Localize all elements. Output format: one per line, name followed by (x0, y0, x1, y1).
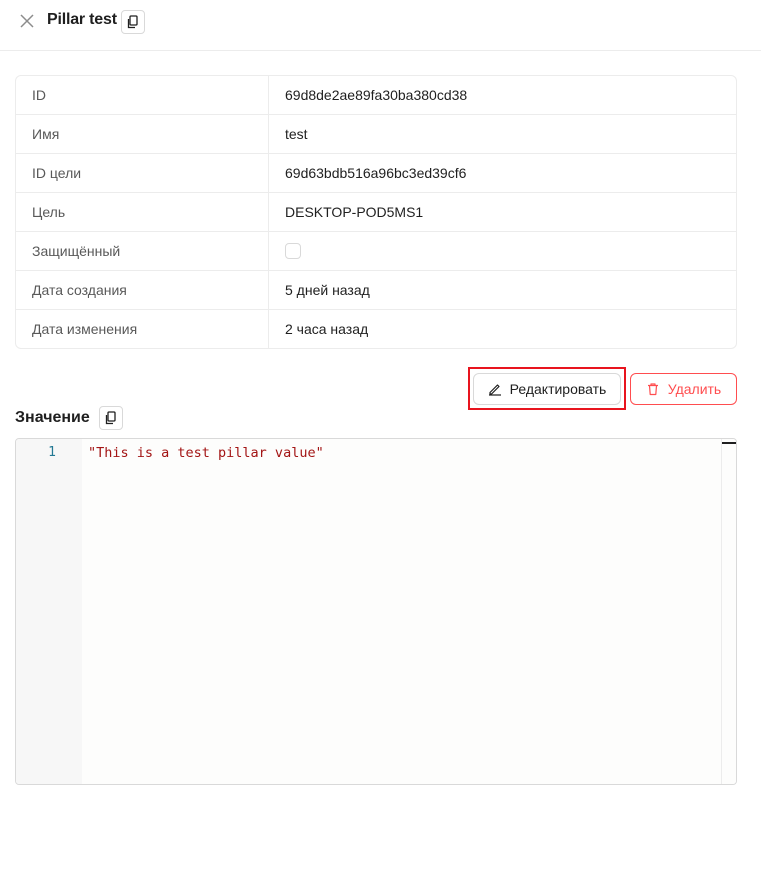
editor-gutter: 1 (16, 439, 82, 784)
property-value: 69d8de2ae89fa30ba380cd38 (285, 87, 468, 103)
property-label: ID цели (16, 154, 269, 192)
property-label: Дата создания (16, 271, 269, 309)
property-value: 5 дней назад (285, 282, 370, 298)
scrollbar-cursor-marker (722, 442, 736, 444)
value-section-title: Значение (15, 409, 90, 426)
editor-scrollbar[interactable] (721, 439, 736, 784)
property-label: Цель (16, 193, 269, 231)
copy-title-button[interactable] (121, 10, 145, 34)
property-row-id: ID 69d8de2ae89fa30ba380cd38 (16, 76, 736, 115)
copy-value-button[interactable] (99, 406, 123, 430)
property-row-target: Цель DESKTOP-POD5MS1 (16, 193, 736, 232)
copy-icon (104, 411, 118, 425)
property-row-modified: Дата изменения 2 часа назад (16, 310, 736, 348)
property-label: ID (16, 76, 269, 114)
delete-button[interactable]: Удалить (630, 373, 737, 405)
property-row-protected: Защищённый (16, 232, 736, 271)
copy-icon (126, 15, 140, 29)
properties-table: ID 69d8de2ae89fa30ba380cd38 Имя test ID … (15, 75, 737, 349)
property-label: Имя (16, 115, 269, 153)
property-label: Дата изменения (16, 310, 269, 348)
pencil-icon (488, 382, 502, 396)
line-number: 1 (48, 445, 56, 460)
property-value: DESKTOP-POD5MS1 (285, 204, 424, 220)
property-label: Защищённый (16, 232, 269, 270)
property-value: 2 часа назад (285, 321, 369, 337)
close-icon[interactable] (18, 12, 36, 30)
drawer-header: Pillar test (0, 0, 761, 51)
page-title: Pillar test (47, 11, 117, 28)
delete-button-label: Удалить (667, 381, 722, 397)
edit-button-label: Редактировать (509, 381, 607, 397)
protected-checkbox[interactable] (285, 243, 301, 259)
property-row-name: Имя test (16, 115, 736, 154)
trash-icon (646, 382, 660, 396)
property-row-target-id: ID цели 69d63bdb516a96bc3ed39cf6 (16, 154, 736, 193)
property-value: 69d63bdb516a96bc3ed39cf6 (285, 165, 467, 181)
code-line[interactable]: "This is a test pillar value" (88, 445, 324, 461)
edit-button[interactable]: Редактировать (473, 373, 621, 405)
code-editor[interactable]: 1 "This is a test pillar value" (15, 438, 737, 785)
property-value: test (285, 126, 308, 142)
property-row-created: Дата создания 5 дней назад (16, 271, 736, 310)
